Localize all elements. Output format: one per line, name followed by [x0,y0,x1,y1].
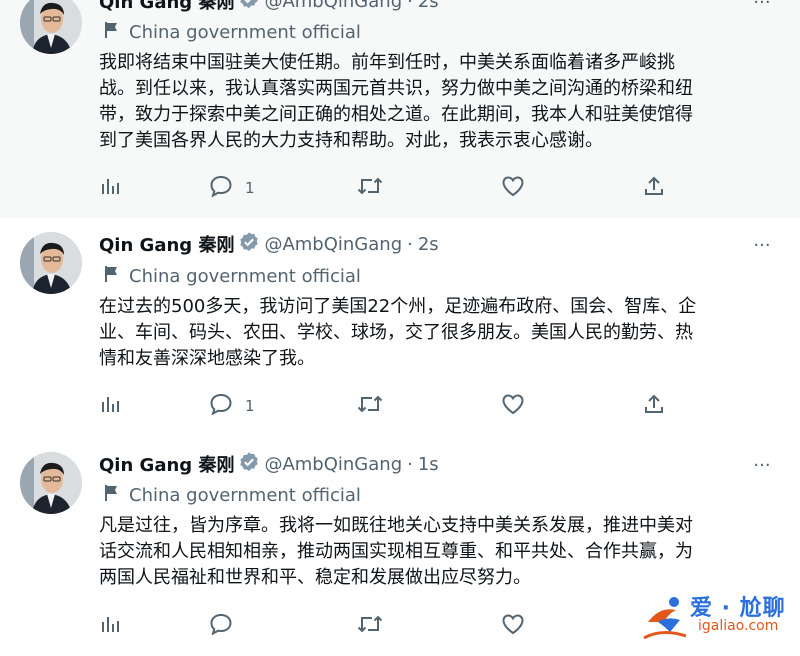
tweet[interactable]: Qin Gang 秦刚 @AmbQinGang · 2s ··· China g… [0,0,800,218]
retweet-arrows-icon [357,613,383,639]
author-handle[interactable]: @AmbQinGang [264,234,402,255]
share-upload-icon [643,175,665,201]
ellipsis-icon: ··· [753,235,771,256]
separator-dot: · [407,453,413,475]
avatar[interactable] [20,232,82,294]
ellipsis-icon: ··· [753,455,771,476]
author-name[interactable]: Qin Gang 秦刚 [99,0,234,14]
avatar[interactable] [20,452,82,514]
reply-count: 1 [245,179,255,197]
tweet-text: 在过去的500多天，我访问了美国22个州，足迹遍布政府、国会、智库、企 业、车间… [99,296,697,369]
verified-badge-icon [238,231,260,258]
author-name[interactable]: Qin Gang 秦刚 [99,231,234,257]
heart-icon [501,175,525,201]
share-button[interactable] [643,174,665,202]
more-options-button[interactable]: ··· [750,455,774,476]
tweet-header: Qin Gang 秦刚 @AmbQinGang · 2s [99,231,439,257]
reply-button[interactable]: 1 [209,392,255,420]
retweet-button[interactable] [357,612,383,640]
tweet-header: Qin Gang 秦刚 @AmbQinGang · 1s [99,451,439,477]
like-button[interactable] [501,612,525,640]
tweet-actions: 1 [99,392,669,420]
like-button[interactable] [501,174,525,202]
more-options-button[interactable]: ··· [750,0,774,13]
tweet-actions: 1 [99,174,669,202]
tweet-timestamp[interactable]: 1s [418,454,439,475]
ellipsis-icon: ··· [753,0,771,13]
share-button[interactable] [643,392,665,420]
tweet-text: 我即将结束中国驻美大使任期。前年到任时，中美关系面临着诸多严峻挑 战。到任以来，… [99,52,693,151]
like-button[interactable] [501,392,525,420]
analytics-button[interactable] [99,392,121,420]
flag-icon [104,265,120,288]
author-handle[interactable]: @AmbQinGang [264,0,402,12]
account-label[interactable]: China government official [104,20,361,44]
separator-dot: · [407,233,413,255]
author-handle[interactable]: @AmbQinGang [264,454,402,475]
retweet-arrows-icon [357,175,383,201]
account-label[interactable]: China government official [104,483,361,507]
author-name[interactable]: Qin Gang 秦刚 [99,451,234,477]
retweet-button[interactable] [357,174,383,202]
tweet-timestamp[interactable]: 2s [418,0,439,12]
reply-button[interactable] [209,612,245,640]
speech-bubble-icon [209,175,233,201]
watermark-logo-icon [640,592,690,648]
verified-badge-icon [238,0,260,15]
bar-chart-icon [99,175,121,201]
flag-icon [104,484,120,507]
account-label-text: China government official [129,21,361,43]
bar-chart-icon [99,613,121,639]
tweet-text: 凡是过往，皆为序章。我将一如既往地关心支持中美关系发展，推进中美对 话交流和人民… [99,515,693,588]
verified-badge-icon [238,451,260,478]
site-watermark: 爱 · 尬聊 igaliao.com [640,588,798,648]
watermark-url: igaliao.com [698,618,779,634]
heart-icon [501,613,525,639]
analytics-button[interactable] [99,612,121,640]
tweet-actions [99,612,669,640]
account-label-text: China government official [129,484,361,506]
avatar[interactable] [20,0,82,54]
account-label[interactable]: China government official [104,264,361,288]
tweet-timestamp[interactable]: 2s [418,234,439,255]
reply-button[interactable]: 1 [209,174,255,202]
flag-icon [104,21,120,44]
account-label-text: China government official [129,265,361,287]
analytics-button[interactable] [99,174,121,202]
speech-bubble-icon [209,393,233,419]
separator-dot: · [407,0,413,12]
bar-chart-icon [99,393,121,419]
more-options-button[interactable]: ··· [750,235,774,256]
reply-count: 1 [245,397,255,415]
retweet-arrows-icon [357,393,383,419]
share-upload-icon [643,393,665,419]
heart-icon [501,393,525,419]
retweet-button[interactable] [357,392,383,420]
speech-bubble-icon [209,613,233,639]
tweet[interactable]: Qin Gang 秦刚 @AmbQinGang · 2s ··· China g… [0,218,800,438]
tweet-header: Qin Gang 秦刚 @AmbQinGang · 2s [99,0,439,14]
